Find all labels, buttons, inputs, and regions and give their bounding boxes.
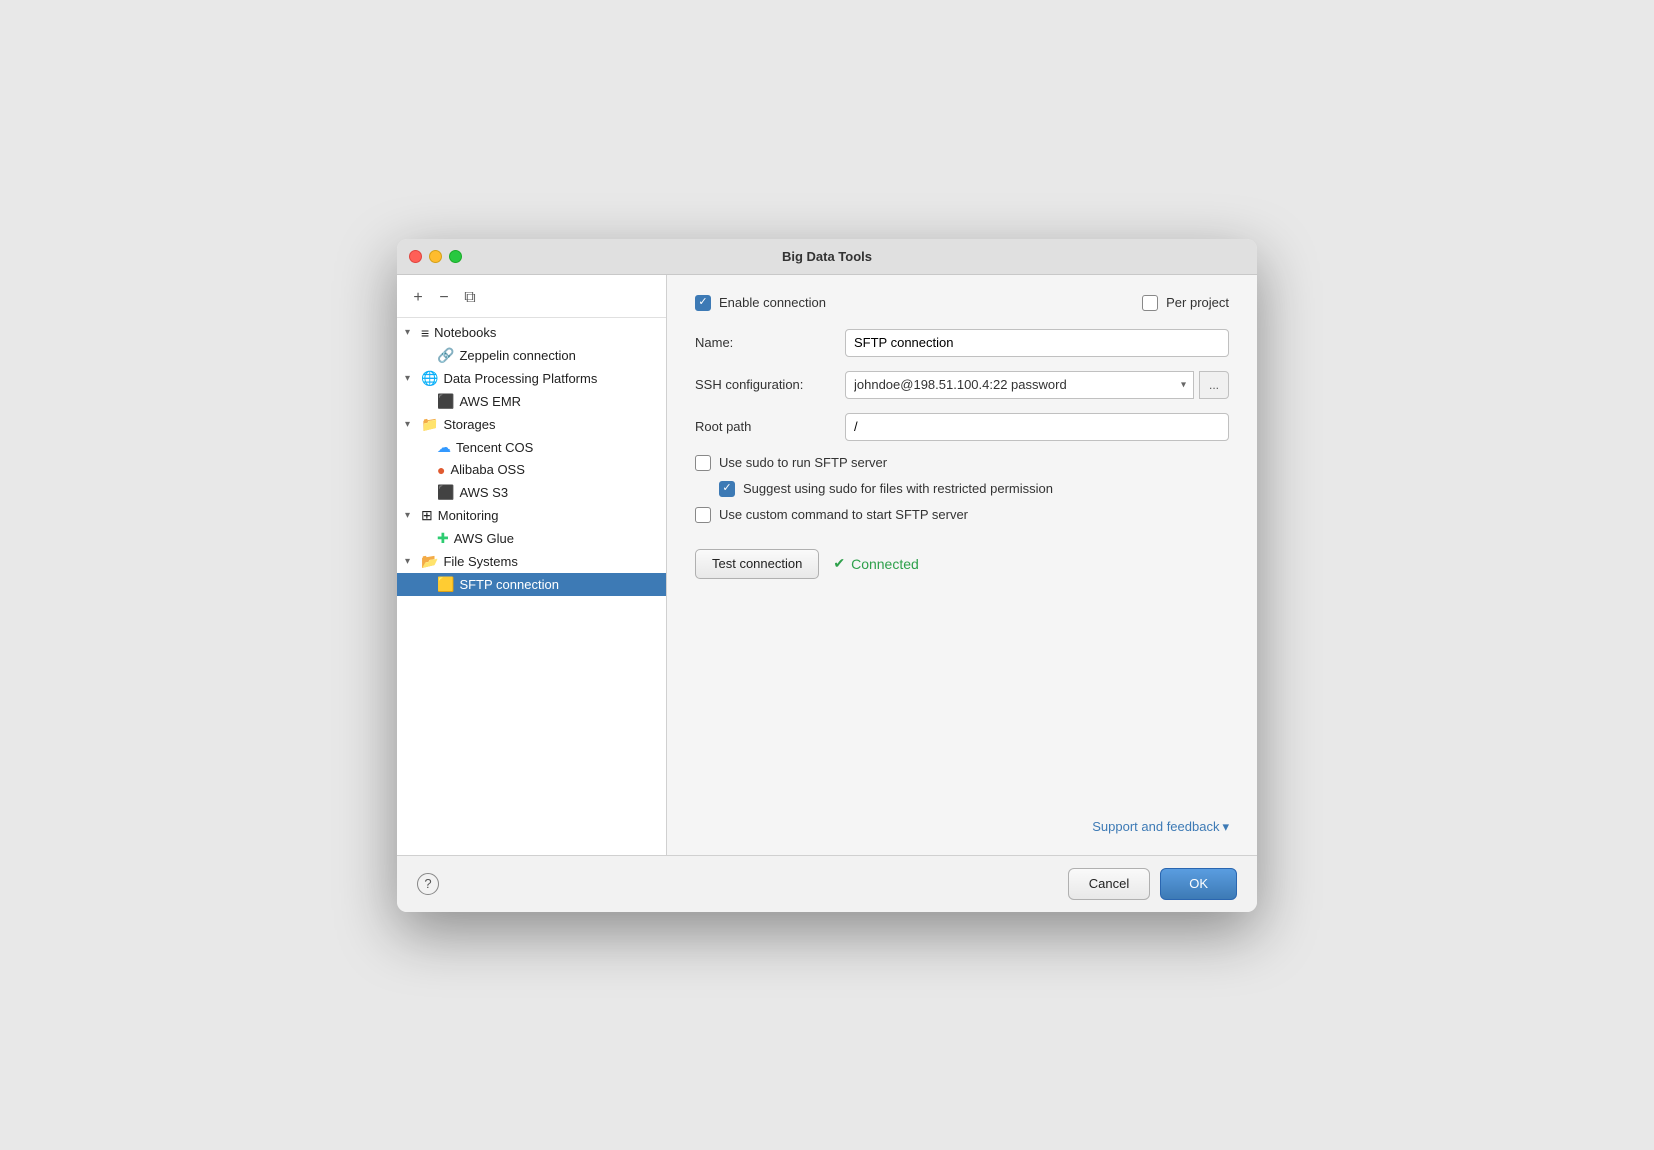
ssh-dots-button[interactable]: ... [1199, 371, 1229, 399]
notebooks-label: Notebooks [434, 325, 496, 340]
bottom-buttons: Cancel OK [1068, 868, 1237, 900]
sftp-connection-label: SFTP connection [459, 577, 558, 592]
test-connection-button[interactable]: Test connection [695, 549, 819, 579]
aws-s3-icon: ⬛ [437, 484, 454, 501]
main-content: + − ⧉ ▾ ≡ Notebooks 🔗 Zeppelin connectio… [397, 275, 1257, 855]
sidebar-item-aws-glue[interactable]: ✚ AWS Glue [397, 527, 666, 550]
custom-command-checkbox[interactable] [695, 507, 711, 523]
aws-glue-icon: ✚ [437, 530, 449, 547]
chevron-down-icon: ▾ [1222, 819, 1229, 835]
tencent-cos-icon: ☁ [437, 439, 451, 456]
right-panel: Enable connection Per project Name: SSH … [667, 275, 1257, 855]
sidebar: + − ⧉ ▾ ≡ Notebooks 🔗 Zeppelin connectio… [397, 275, 667, 855]
sudo-sftp-checkbox[interactable] [695, 455, 711, 471]
checkmark-icon: ✔ [833, 555, 845, 572]
bottom-bar: ? Cancel OK [397, 855, 1257, 912]
maximize-button[interactable] [449, 250, 462, 263]
sftp-icon: 🟨 [437, 576, 454, 593]
root-path-input[interactable] [845, 413, 1229, 441]
data-processing-label: Data Processing Platforms [443, 371, 597, 386]
file-systems-label: File Systems [443, 554, 517, 569]
copy-button[interactable]: ⧉ [459, 287, 481, 309]
ok-button[interactable]: OK [1160, 868, 1237, 900]
big-data-tools-dialog: Big Data Tools + − ⧉ ▾ ≡ Notebooks 🔗 [397, 239, 1257, 912]
connected-status: ✔ Connected [833, 555, 918, 572]
sidebar-item-zeppelin[interactable]: 🔗 Zeppelin connection [397, 344, 666, 367]
alibaba-oss-icon: ● [437, 462, 445, 478]
close-button[interactable] [409, 250, 422, 263]
aws-glue-label: AWS Glue [454, 531, 514, 546]
storages-label: Storages [443, 417, 495, 432]
minimize-button[interactable] [429, 250, 442, 263]
root-path-row: Root path [695, 413, 1229, 441]
root-path-label: Root path [695, 419, 845, 434]
spacer [695, 579, 1229, 819]
tree: ▾ ≡ Notebooks 🔗 Zeppelin connection ▾ 🌐 … [397, 318, 666, 847]
sidebar-item-aws-emr[interactable]: ⬛ AWS EMR [397, 390, 666, 413]
sidebar-item-aws-s3[interactable]: ⬛ AWS S3 [397, 481, 666, 504]
top-row: Enable connection Per project [695, 295, 1229, 311]
per-project-row: Per project [1142, 295, 1229, 311]
per-project-label: Per project [1166, 295, 1229, 310]
monitoring-label: Monitoring [438, 508, 499, 523]
ssh-label: SSH configuration: [695, 377, 845, 392]
sidebar-item-monitoring[interactable]: ▾ ⊞ Monitoring [397, 504, 666, 527]
per-project-checkbox[interactable] [1142, 295, 1158, 311]
aws-emr-label: AWS EMR [459, 394, 521, 409]
enable-connection-checkbox[interactable] [695, 295, 711, 311]
remove-button[interactable]: − [433, 287, 455, 309]
suggest-sudo-row: Suggest using sudo for files with restri… [695, 481, 1229, 497]
sidebar-item-tencent-cos[interactable]: ☁ Tencent COS [397, 436, 666, 459]
connected-label: Connected [851, 556, 919, 572]
name-input[interactable] [845, 329, 1229, 357]
custom-command-row: Use custom command to start SFTP server [695, 507, 1229, 523]
tencent-cos-label: Tencent COS [456, 440, 533, 455]
custom-command-label: Use custom command to start SFTP server [719, 507, 968, 522]
sidebar-item-data-processing[interactable]: ▾ 🌐 Data Processing Platforms [397, 367, 666, 390]
sidebar-item-sftp-connection[interactable]: 🟨 SFTP connection [397, 573, 666, 596]
data-processing-icon: 🌐 [421, 370, 438, 387]
support-feedback-link[interactable]: Support and feedback ▾ [1092, 819, 1229, 835]
chevron-down-icon: ▾ [405, 419, 417, 430]
storages-icon: 📁 [421, 416, 438, 433]
chevron-down-icon: ▾ [405, 373, 417, 384]
enable-connection-label: Enable connection [719, 295, 826, 310]
aws-s3-label: AWS S3 [459, 485, 508, 500]
test-connection-row: Test connection ✔ Connected [695, 549, 1229, 579]
suggest-sudo-label: Suggest using sudo for files with restri… [743, 481, 1053, 496]
notebooks-icon: ≡ [421, 325, 429, 341]
name-row: Name: [695, 329, 1229, 357]
chevron-down-icon: ▾ [405, 556, 417, 567]
sidebar-toolbar: + − ⧉ [397, 283, 666, 318]
alibaba-oss-label: Alibaba OSS [450, 462, 524, 477]
cancel-button[interactable]: Cancel [1068, 868, 1150, 900]
sidebar-item-storages[interactable]: ▾ 📁 Storages [397, 413, 666, 436]
sidebar-item-alibaba-oss[interactable]: ● Alibaba OSS [397, 459, 666, 481]
ssh-row: SSH configuration: johndoe@198.51.100.4:… [695, 371, 1229, 399]
zeppelin-label: Zeppelin connection [459, 348, 575, 363]
ssh-configuration-select[interactable]: johndoe@198.51.100.4:22 password [845, 371, 1194, 399]
title-bar: Big Data Tools [397, 239, 1257, 275]
dialog-title: Big Data Tools [782, 249, 872, 264]
suggest-sudo-checkbox[interactable] [719, 481, 735, 497]
enable-connection-row: Enable connection [695, 295, 826, 311]
chevron-down-icon: ▾ [405, 327, 417, 338]
sudo-sftp-row: Use sudo to run SFTP server [695, 455, 1229, 471]
window-controls [409, 250, 462, 263]
chevron-down-icon: ▾ [405, 510, 417, 521]
monitoring-icon: ⊞ [421, 507, 433, 524]
name-label: Name: [695, 335, 845, 350]
aws-emr-icon: ⬛ [437, 393, 454, 410]
ssh-select-wrap: johndoe@198.51.100.4:22 password ▾ [845, 371, 1194, 399]
sidebar-item-notebooks[interactable]: ▾ ≡ Notebooks [397, 322, 666, 344]
support-feedback-label: Support and feedback [1092, 819, 1219, 834]
sudo-sftp-label: Use sudo to run SFTP server [719, 455, 887, 470]
file-systems-icon: 📂 [421, 553, 438, 570]
add-button[interactable]: + [407, 287, 429, 309]
zeppelin-icon: 🔗 [437, 347, 454, 364]
help-button[interactable]: ? [417, 873, 439, 895]
sidebar-item-file-systems[interactable]: ▾ 📂 File Systems [397, 550, 666, 573]
